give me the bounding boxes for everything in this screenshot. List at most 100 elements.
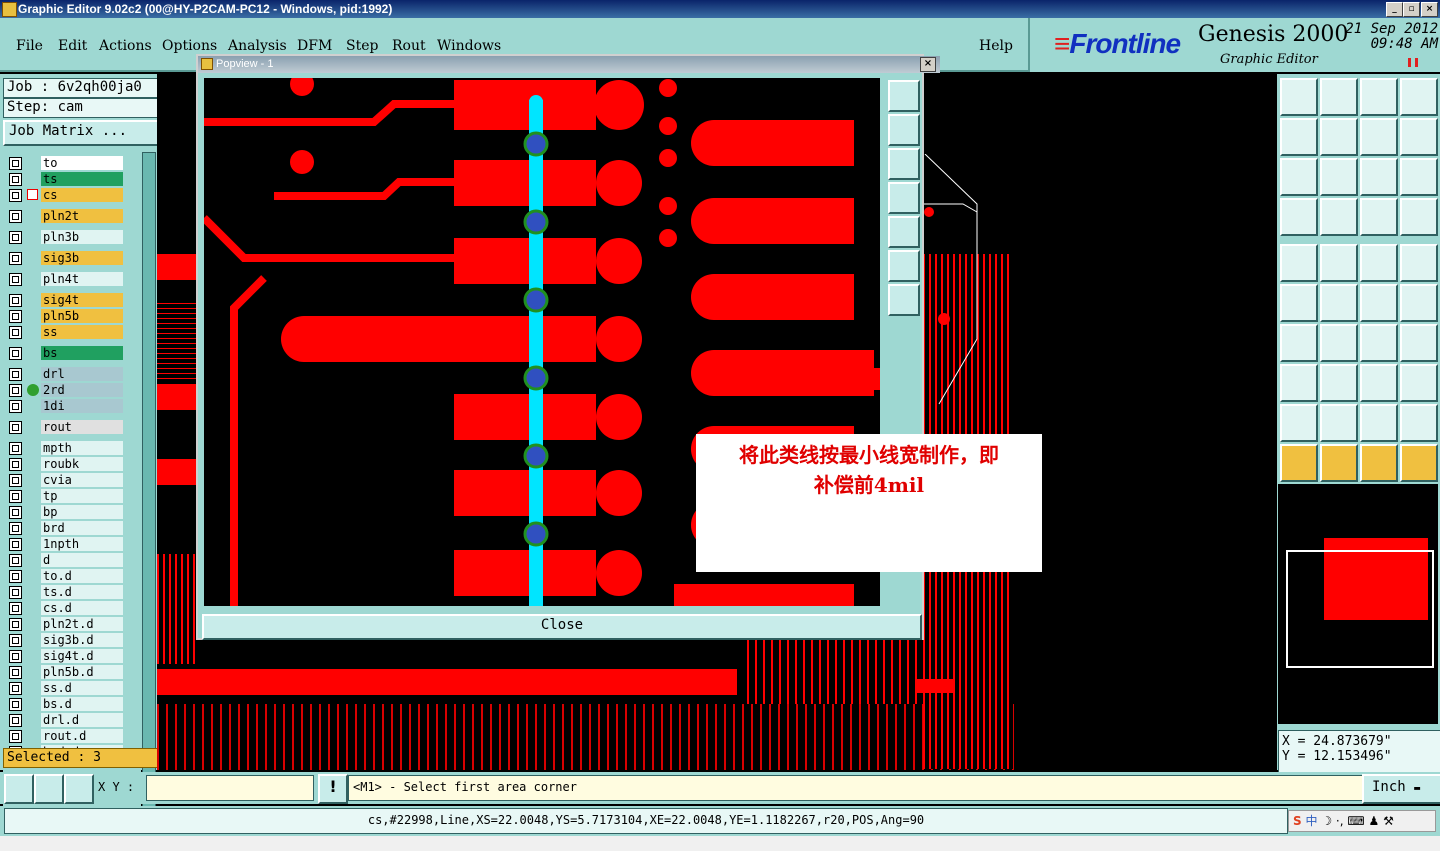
layer-row[interactable]: pln3b — [3, 230, 141, 245]
layer-name[interactable]: roubk — [41, 457, 123, 471]
help-icon[interactable] — [1400, 158, 1438, 196]
layer-row[interactable]: pln4t — [3, 272, 141, 287]
layer-checkbox[interactable] — [9, 506, 22, 519]
polygon-a-icon[interactable] — [1320, 404, 1358, 442]
layer-row[interactable]: ss.d — [3, 681, 141, 696]
layer-name[interactable]: tp — [41, 489, 123, 503]
layer-name[interactable]: cvia — [41, 473, 123, 487]
layer-name[interactable]: sig4t — [41, 293, 123, 307]
layer-row[interactable]: ts.d — [3, 585, 141, 600]
layer-name[interactable]: cs — [41, 188, 123, 202]
save-icon[interactable] — [1320, 78, 1358, 116]
menu-rout[interactable]: Rout — [392, 38, 426, 54]
window-icon[interactable] — [1400, 78, 1438, 116]
measure-icon[interactable] — [34, 774, 64, 804]
arc-icon[interactable] — [1360, 324, 1398, 362]
layer-checkbox[interactable] — [9, 666, 22, 679]
line-icon[interactable] — [1320, 244, 1358, 282]
transform-icon[interactable] — [1400, 444, 1438, 482]
restore-button[interactable]: ▫ — [1403, 2, 1420, 17]
layer-checkbox[interactable] — [9, 400, 22, 413]
popview-zoom-fit-button[interactable] — [888, 80, 920, 112]
layer-row[interactable]: cs — [3, 188, 141, 203]
layer-checkbox[interactable] — [9, 173, 22, 186]
grid-icon[interactable] — [64, 774, 94, 804]
menu-edit[interactable]: Edit — [58, 38, 87, 54]
menu-options[interactable]: Options — [162, 38, 217, 54]
scale-1-2-icon[interactable] — [1360, 158, 1398, 196]
layer-checkbox[interactable] — [9, 554, 22, 567]
popview-zoom-in-button[interactable] — [888, 250, 920, 282]
layer-checkbox[interactable] — [9, 368, 22, 381]
popview-zoom-out-button[interactable] — [888, 284, 920, 316]
layer-row[interactable]: rout.d — [3, 729, 141, 744]
connect-icon[interactable] — [1280, 284, 1318, 322]
layer-row[interactable]: 1npth — [3, 537, 141, 552]
layer-config-icon[interactable] — [1400, 198, 1438, 236]
layer-row[interactable]: pln5b.d — [3, 665, 141, 680]
layer-name[interactable]: 1di — [41, 399, 123, 413]
angle-icon[interactable] — [1280, 324, 1318, 362]
menu-windows[interactable]: Windows — [437, 38, 501, 54]
layer-checkbox[interactable] — [9, 474, 22, 487]
layer-checkbox[interactable] — [9, 490, 22, 503]
layer-name[interactable]: to.d — [41, 569, 123, 583]
layer-row[interactable]: 1di — [3, 399, 141, 414]
layer-row[interactable]: cvia — [3, 473, 141, 488]
layer-checkbox[interactable] — [9, 458, 22, 471]
popview-pan-up-button[interactable] — [888, 114, 920, 146]
menu-step[interactable]: Step — [346, 38, 378, 54]
layer-checkbox[interactable] — [9, 252, 22, 265]
layer-row[interactable]: sig3b — [3, 251, 141, 266]
layer-checkbox[interactable] — [9, 538, 22, 551]
pad-icon[interactable] — [1280, 244, 1318, 282]
popview-pan-left-button[interactable] — [888, 182, 920, 214]
slash-icon[interactable] — [1320, 324, 1358, 362]
measure-icon[interactable] — [1360, 364, 1398, 402]
home-icon[interactable] — [1360, 78, 1398, 116]
ime-toolbar[interactable]: S 中 ☽ ·, ⌨ ♟ ⚒ — [1288, 810, 1436, 832]
layer-checkbox[interactable] — [9, 421, 22, 434]
layer-name[interactable]: bs.d — [41, 697, 123, 711]
polygon-c-icon[interactable] — [1400, 404, 1438, 442]
minimap[interactable] — [1278, 484, 1438, 724]
layer-row[interactable]: 2rd — [3, 383, 141, 398]
layer-checkbox[interactable] — [9, 730, 22, 743]
layer-name[interactable]: ss — [41, 325, 123, 339]
layer-name[interactable]: to — [41, 156, 123, 170]
layer-name[interactable]: rout.d — [41, 729, 123, 743]
snap-icon[interactable] — [1400, 364, 1438, 402]
grid-view-icon[interactable] — [1320, 198, 1358, 236]
layer-checkbox[interactable] — [9, 210, 22, 223]
layer-row[interactable]: sig4t.d — [3, 649, 141, 664]
layer-row[interactable]: brd — [3, 521, 141, 536]
trace-icon[interactable] — [1320, 364, 1358, 402]
layer-checkbox[interactable] — [9, 442, 22, 455]
menu-analysis[interactable]: Analysis — [228, 38, 287, 54]
layer-checkbox[interactable] — [9, 602, 22, 615]
move-right-icon[interactable] — [1320, 118, 1358, 156]
layer-checkbox[interactable] — [9, 618, 22, 631]
move-left-icon[interactable] — [1280, 118, 1318, 156]
layer-row[interactable]: ts — [3, 172, 141, 187]
popview-close-button[interactable]: Close — [202, 614, 922, 640]
layer-row[interactable]: ss — [3, 325, 141, 340]
layer-row[interactable]: d — [3, 553, 141, 568]
layer-checkbox[interactable] — [9, 310, 22, 323]
layer-checkbox[interactable] — [9, 294, 22, 307]
layer-checkbox[interactable] — [9, 570, 22, 583]
layer-name[interactable]: pln5b — [41, 309, 123, 323]
layer-row[interactable]: rout — [3, 420, 141, 435]
layer-name[interactable]: drl — [41, 367, 123, 381]
mirror-icon[interactable] — [1360, 118, 1398, 156]
layer-checkbox[interactable] — [9, 698, 22, 711]
ruler-icon[interactable] — [1360, 244, 1398, 282]
polygon-b-icon[interactable] — [1360, 404, 1398, 442]
layer-name[interactable]: d — [41, 553, 123, 567]
filter-icon[interactable] — [1280, 198, 1318, 236]
split-line-icon[interactable] — [1400, 324, 1438, 362]
layer-row[interactable]: bs — [3, 346, 141, 361]
layer-row[interactable]: to.d — [3, 569, 141, 584]
layer-name[interactable]: pln4t — [41, 272, 123, 286]
layer-checkbox[interactable] — [9, 682, 22, 695]
